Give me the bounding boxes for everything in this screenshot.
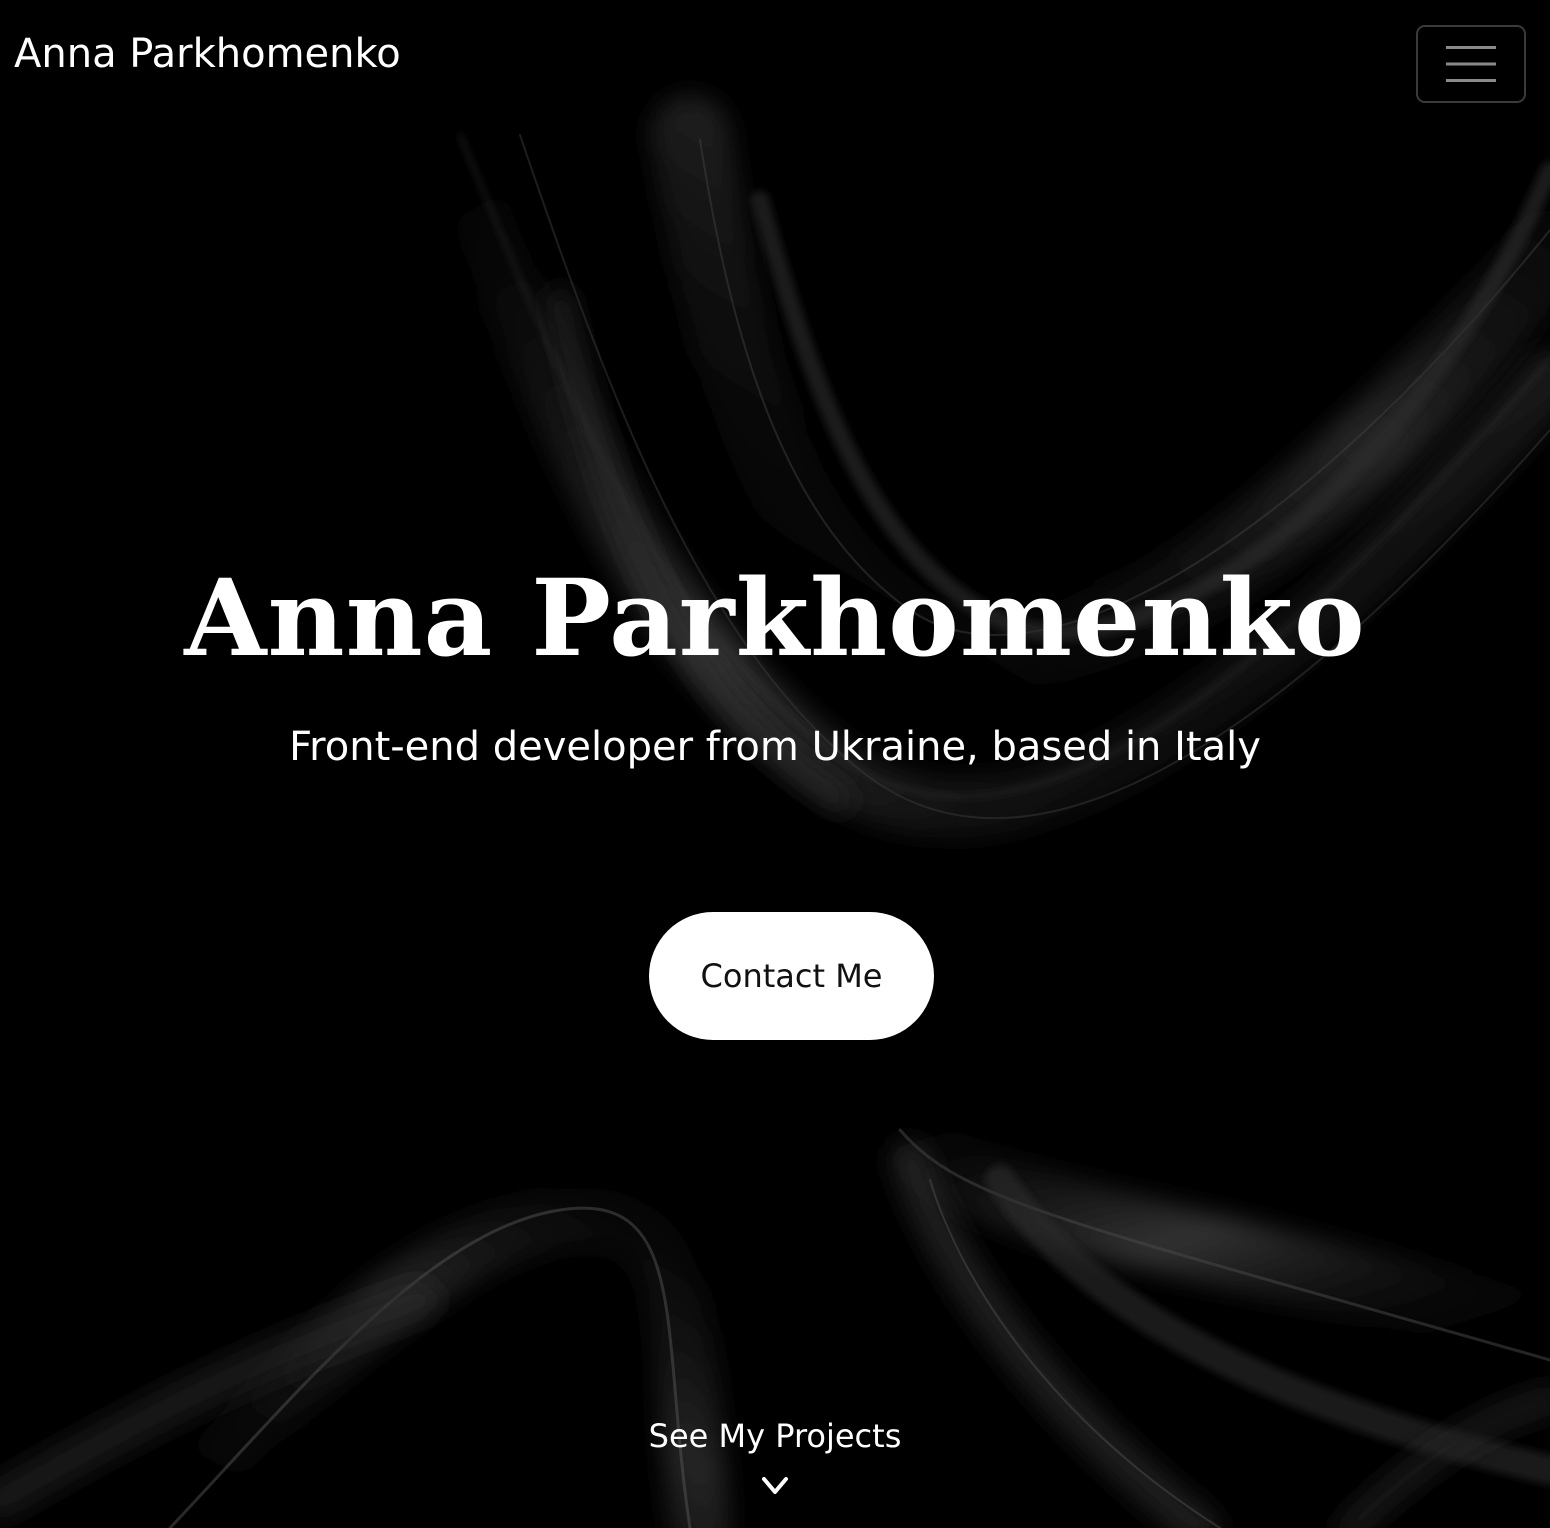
- navbar-brand[interactable]: Anna Parkhomenko: [14, 26, 401, 82]
- hero-title: Anna Parkhomenko: [184, 555, 1366, 680]
- hero-subtitle: Front-end developer from Ukraine, based …: [289, 724, 1261, 770]
- see-projects-link[interactable]: See My Projects: [0, 1412, 1550, 1496]
- hero-page: Anna Parkhomenko Anna Parkhomenko Front-…: [0, 0, 1550, 1528]
- chevron-down-icon[interactable]: [761, 1476, 789, 1496]
- hamburger-menu-icon: [1446, 46, 1496, 82]
- menu-toggle-button[interactable]: [1416, 25, 1526, 103]
- contact-me-button[interactable]: Contact Me: [649, 912, 934, 1040]
- see-projects-label: See My Projects: [648, 1417, 902, 1455]
